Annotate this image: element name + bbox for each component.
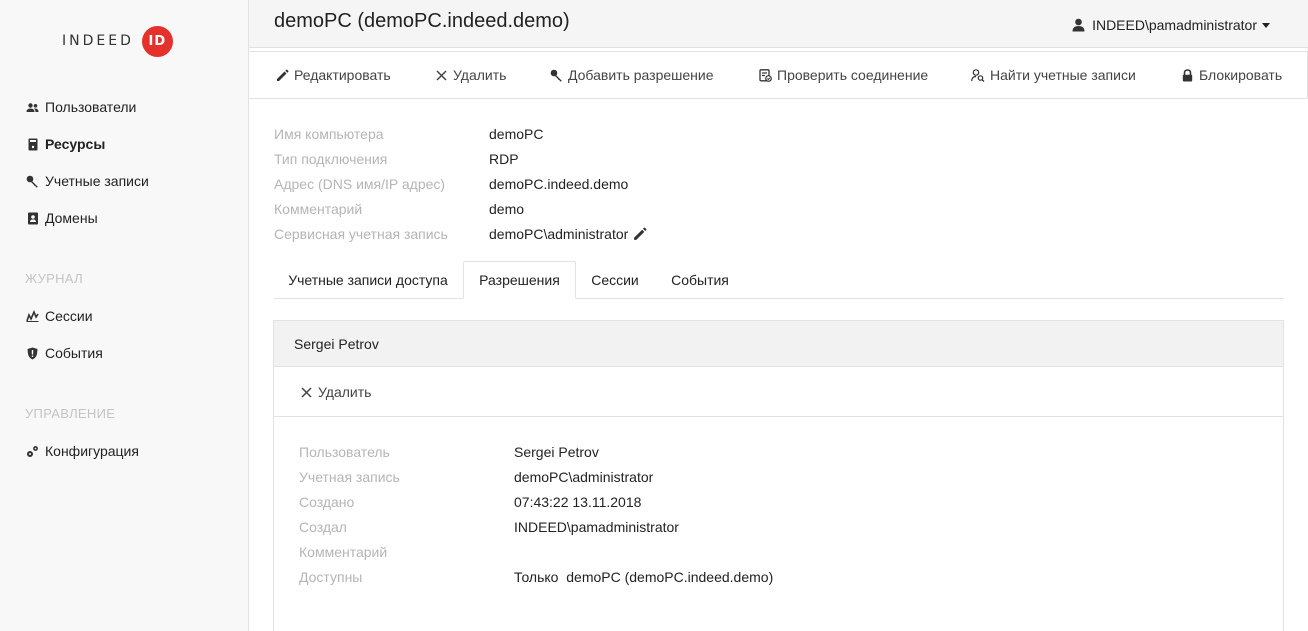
permission-creator-label: Создал [299, 519, 347, 535]
key-icon [549, 68, 563, 82]
sidebar-item-label: Ресурсы [45, 136, 106, 152]
sidebar-item-sessions[interactable]: Сессии [26, 306, 93, 326]
delete-permission-label: Удалить [318, 384, 372, 400]
sidebar-item-label: События [45, 345, 103, 361]
address-book-icon [26, 212, 39, 225]
user-name: INDEED\pamadministrator [1092, 17, 1257, 33]
delete-button[interactable]: Удалить [434, 67, 506, 83]
sidebar-item-label: Учетные записи [45, 173, 149, 189]
permission-title: Sergei Petrov [294, 336, 379, 352]
logo-badge: ID [141, 25, 173, 57]
permission-panel-header[interactable]: Sergei Petrov [274, 321, 1283, 367]
sidebar-item-configuration[interactable]: Конфигурация [26, 441, 139, 461]
check-connection-label: Проверить соединение [777, 67, 929, 83]
address-value: demoPC.indeed.demo [489, 176, 629, 192]
edit-service-account-icon[interactable] [633, 227, 647, 241]
permission-toolbar: Удалить [274, 367, 1283, 417]
comment-value: demo [489, 201, 525, 217]
sidebar-item-domains[interactable]: Домены [26, 208, 98, 228]
sidebar-item-events[interactable]: События [26, 343, 103, 363]
sidebar-item-accounts[interactable]: Учетные записи [26, 171, 149, 191]
address-label: Адрес (DNS имя/IP адрес) [274, 176, 446, 192]
close-icon [301, 386, 312, 398]
add-permission-label: Добавить разрешение [568, 67, 714, 83]
check-connection-button[interactable]: Проверить соединение [758, 67, 928, 83]
users-icon [26, 101, 39, 114]
lock-icon [1180, 68, 1194, 82]
computer-name-label: Имя компьютера [274, 126, 384, 142]
close-icon [434, 68, 448, 82]
tab-access-accounts[interactable]: Учетные записи доступа [274, 261, 462, 299]
permission-available-label: Доступны [299, 569, 363, 585]
delete-permission-button[interactable]: Удалить [301, 384, 371, 400]
page-title: demoPC (demoPC.indeed.demo) [274, 10, 570, 32]
tab-permissions[interactable]: Разрешения [463, 261, 576, 299]
permission-comment-label: Комментарий [299, 544, 388, 560]
edit-button-label: Редактировать [294, 67, 391, 83]
user-search-icon [971, 68, 985, 82]
chevron-down-icon [1262, 22, 1270, 28]
sessions-icon [26, 310, 39, 323]
connection-type-label: Тип подключения [274, 151, 388, 167]
connection-check-icon [758, 68, 772, 82]
pencil-icon [275, 68, 289, 82]
logo[interactable]: INDEED ID [62, 25, 173, 57]
delete-button-label: Удалить [453, 67, 507, 83]
server-icon [26, 138, 39, 151]
edit-button[interactable]: Редактировать [275, 67, 391, 83]
sidebar-item-label: Домены [45, 210, 98, 226]
sidebar-item-label: Сессии [45, 308, 93, 324]
sidebar-item-resources[interactable]: Ресурсы [26, 134, 105, 154]
user-icon [1072, 18, 1085, 32]
find-accounts-button[interactable]: Найти учетные записи [971, 67, 1136, 83]
nav-section-journal: ЖУРНАЛ [25, 271, 83, 286]
service-account-value: demoPC\administrator [489, 226, 629, 242]
connection-type-value: RDP [489, 151, 519, 167]
block-button[interactable]: Блокировать [1180, 67, 1282, 83]
sidebar-item-users[interactable]: Пользователи [26, 97, 136, 117]
tab-sessions[interactable]: Сессии [578, 261, 652, 299]
sidebar-item-label: Конфигурация [45, 443, 139, 459]
permission-available-value: Только demoPC (demoPC.indeed.demo) [514, 569, 774, 585]
user-menu[interactable]: INDEED\pamadministrator [1072, 17, 1270, 33]
sidebar: INDEED ID Пользователи Ресурсы Учетные з… [0, 0, 249, 631]
permission-user-value: Sergei Petrov [514, 444, 599, 460]
permission-creator-value: INDEED\pamadministrator [514, 519, 679, 535]
tab-events[interactable]: События [656, 261, 744, 299]
nav-section-management: УПРАВЛЕНИЕ [25, 406, 116, 421]
key-icon [26, 175, 39, 188]
resource-toolbar: Редактировать Удалить Добавить разрешени… [249, 51, 1308, 99]
permission-account-label: Учетная запись [299, 469, 400, 485]
service-account-field: demoPC\administrator [489, 226, 647, 242]
find-accounts-label: Найти учетные записи [990, 67, 1136, 83]
service-account-label: Сервисная учетная запись [274, 226, 448, 242]
sidebar-item-label: Пользователи [45, 99, 137, 115]
computer-name-value: demoPC [489, 126, 544, 142]
cogs-icon [26, 445, 39, 458]
permission-user-label: Пользователь [299, 444, 390, 460]
app-root: INDEED ID Пользователи Ресурсы Учетные з… [0, 0, 1308, 631]
logo-text: INDEED [62, 33, 134, 49]
permission-created-label: Создано [299, 494, 355, 510]
shield-icon [26, 347, 39, 360]
block-button-label: Блокировать [1199, 67, 1283, 83]
permission-account-value: demoPC\administrator [514, 469, 654, 485]
permission-created-value: 07:43:22 13.11.2018 [514, 494, 642, 510]
add-permission-button[interactable]: Добавить разрешение [549, 67, 714, 83]
page-header: demoPC (demoPC.indeed.demo) INDEED\pamad… [249, 0, 1308, 48]
permission-panel: Sergei Petrov Удалить [273, 320, 1284, 631]
comment-label: Комментарий [274, 201, 363, 217]
